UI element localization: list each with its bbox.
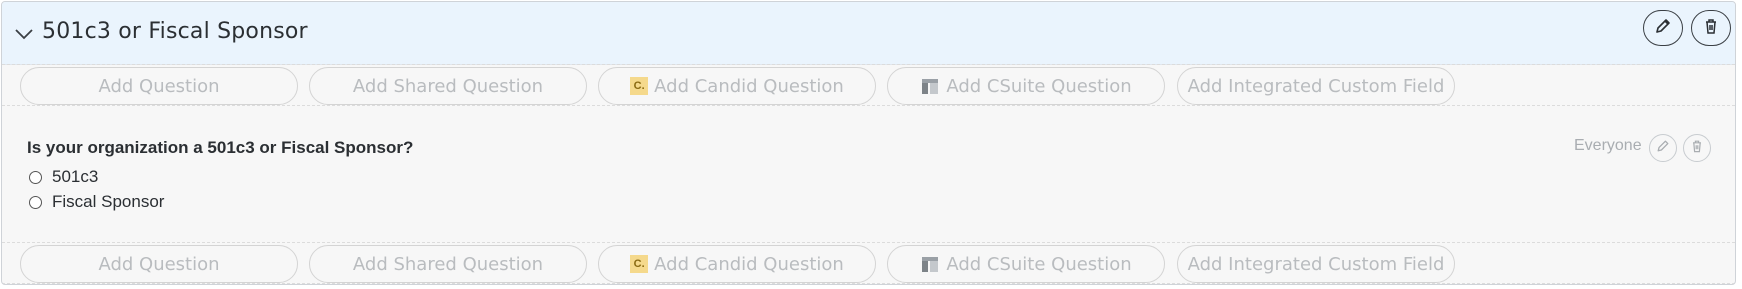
chevron-down-icon[interactable] (12, 22, 36, 46)
add-csuite-question-button[interactable]: Add CSuite Question (887, 245, 1165, 283)
add-candid-question-button[interactable]: C. Add Candid Question (598, 245, 876, 283)
add-candid-question-button[interactable]: C. Add Candid Question (598, 67, 876, 105)
pencil-icon (1655, 138, 1671, 159)
section-title: 501c3 or Fiscal Sponsor (42, 19, 308, 44)
radio-button[interactable] (29, 170, 42, 184)
radio-option-fiscal-sponsor[interactable]: Fiscal Sponsor (29, 192, 164, 212)
trash-icon (1689, 138, 1705, 159)
pencil-icon (1653, 16, 1673, 41)
section-panel: 501c3 or Fiscal Sponsor Add Question Add… (1, 1, 1736, 285)
radio-button[interactable] (29, 195, 42, 209)
edit-section-button[interactable] (1643, 10, 1683, 46)
add-question-button[interactable]: Add Question (20, 67, 298, 105)
option-label: 501c3 (52, 167, 99, 186)
delete-question-button[interactable] (1683, 134, 1711, 162)
question-text: Is your organization a 501c3 or Fiscal S… (27, 138, 414, 157)
add-question-bar-bottom: Add Question Add Shared Question C. Add … (2, 242, 1735, 284)
add-shared-question-button[interactable]: Add Shared Question (309, 245, 587, 283)
delete-section-button[interactable] (1691, 10, 1731, 46)
csuite-logo-icon (920, 254, 940, 274)
trash-icon (1701, 16, 1721, 41)
edit-question-button[interactable] (1649, 134, 1677, 162)
add-question-bar-top: Add Question Add Shared Question C. Add … (2, 64, 1735, 106)
section-header: 501c3 or Fiscal Sponsor (2, 2, 1735, 65)
csuite-logo-icon (920, 76, 940, 96)
candid-logo-icon: C. (630, 255, 649, 273)
audience-label: Everyone (1574, 137, 1642, 154)
add-shared-question-button[interactable]: Add Shared Question (309, 67, 587, 105)
radio-option-501c3[interactable]: 501c3 (29, 167, 98, 187)
add-csuite-question-button[interactable]: Add CSuite Question (887, 67, 1165, 105)
add-integrated-custom-field-button[interactable]: Add Integrated Custom Field (1177, 245, 1455, 283)
add-integrated-custom-field-button[interactable]: Add Integrated Custom Field (1177, 67, 1455, 105)
candid-logo-icon: C. (630, 77, 649, 95)
option-label: Fiscal Sponsor (52, 192, 165, 211)
add-question-button[interactable]: Add Question (20, 245, 298, 283)
